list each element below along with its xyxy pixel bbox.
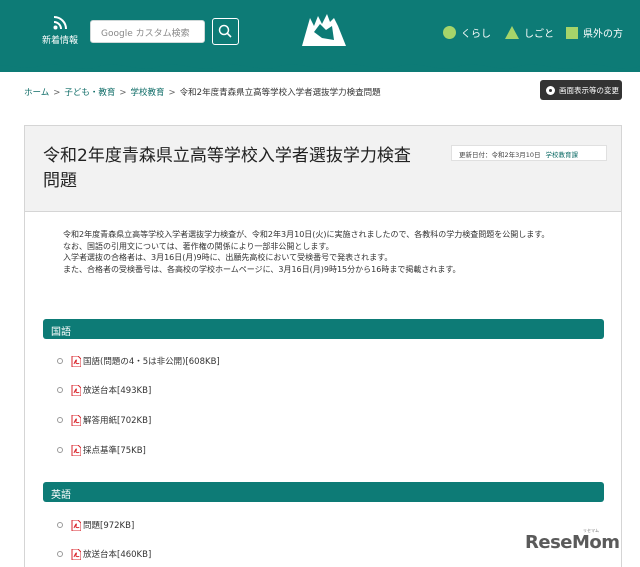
main-content: 令和2年度青森県立高等学校入学者選抜学力検査 問題 更新日付：令和2年3月10日… bbox=[24, 125, 622, 567]
search-button[interactable] bbox=[212, 18, 239, 45]
breadcrumb-gakko[interactable]: 学校教育 bbox=[131, 88, 165, 98]
section-heading-eigo: 英語 bbox=[43, 482, 604, 502]
file-link[interactable]: 国語(問題の4・5は非公開)[608KB] bbox=[57, 355, 220, 367]
bullet-icon bbox=[57, 417, 63, 423]
intro-text: 令和2年度青森県立高等学校入学者選抜学力検査が、令和2年3月10日(火)に実施さ… bbox=[63, 230, 550, 275]
bullet-icon bbox=[57, 358, 63, 364]
breadcrumb-current: 令和2年度青森県立高等学校入学者選抜学力検査問題 bbox=[179, 88, 381, 98]
circle-icon bbox=[443, 26, 456, 39]
pdf-icon bbox=[71, 355, 81, 367]
resemom-watermark: ReseMom bbox=[525, 532, 620, 553]
display-settings-icon bbox=[546, 85, 555, 95]
section-heading-kokugo: 国語 bbox=[43, 319, 604, 339]
breadcrumb-home[interactable]: ホーム bbox=[24, 88, 49, 98]
header-wave bbox=[0, 56, 640, 69]
rss-icon bbox=[53, 16, 67, 30]
page-title: 令和2年度青森県立高等学校入学者選抜学力検査 問題 bbox=[43, 146, 411, 191]
nav-label: 県外の方 bbox=[583, 29, 623, 40]
department-link[interactable]: 学校教育課 bbox=[546, 151, 579, 159]
triangle-icon bbox=[505, 26, 519, 39]
news-button[interactable]: 新着情報 bbox=[38, 16, 82, 46]
file-link[interactable]: 解答用紙[702KB] bbox=[57, 414, 151, 426]
bullet-icon bbox=[57, 387, 63, 393]
nav-kurashi[interactable]: くらし bbox=[443, 25, 491, 40]
breadcrumb: ホーム > 子ども・教育 > 学校教育 > 令和2年度青森県立高等学校入学者選抜学力検査問題 bbox=[24, 88, 381, 98]
prefecture-logo[interactable] bbox=[300, 12, 348, 48]
resemom-watermark-sub: リセマム bbox=[583, 528, 599, 533]
bullet-icon bbox=[57, 447, 63, 453]
file-link[interactable]: 採点基準[75KB] bbox=[57, 444, 146, 456]
file-link[interactable]: 放送台本[493KB] bbox=[57, 384, 151, 396]
nav-kengai[interactable]: 県外の方 bbox=[566, 25, 623, 40]
search-input[interactable]: Google カスタム検索 bbox=[90, 20, 205, 43]
nav-shigoto[interactable]: しごと bbox=[505, 25, 554, 40]
news-label: 新着情報 bbox=[41, 36, 78, 46]
updated-badge: 更新日付：令和2年3月10日 学校教育課 bbox=[451, 145, 607, 161]
search-icon bbox=[218, 24, 232, 38]
bullet-icon bbox=[57, 522, 63, 528]
display-settings-button[interactable]: 画面表示等の変更 bbox=[540, 80, 622, 100]
pdf-icon bbox=[71, 519, 81, 531]
pdf-icon bbox=[71, 414, 81, 426]
square-icon bbox=[566, 26, 578, 39]
file-link[interactable]: 問題[972KB] bbox=[57, 519, 134, 531]
file-link[interactable]: 放送台本[460KB] bbox=[57, 548, 151, 560]
display-settings-label: 画面表示等の変更 bbox=[559, 85, 619, 95]
title-area: 令和2年度青森県立高等学校入学者選抜学力検査 問題 更新日付：令和2年3月10日… bbox=[25, 126, 621, 212]
nav-label: しごと bbox=[524, 29, 554, 40]
bullet-icon bbox=[57, 551, 63, 557]
nav-label: くらし bbox=[461, 29, 491, 40]
updated-date: 更新日付：令和2年3月10日 bbox=[459, 151, 541, 159]
pdf-icon bbox=[71, 548, 81, 560]
breadcrumb-kodomo[interactable]: 子ども・教育 bbox=[64, 88, 115, 98]
pdf-icon bbox=[71, 444, 81, 456]
pdf-icon bbox=[71, 384, 81, 396]
